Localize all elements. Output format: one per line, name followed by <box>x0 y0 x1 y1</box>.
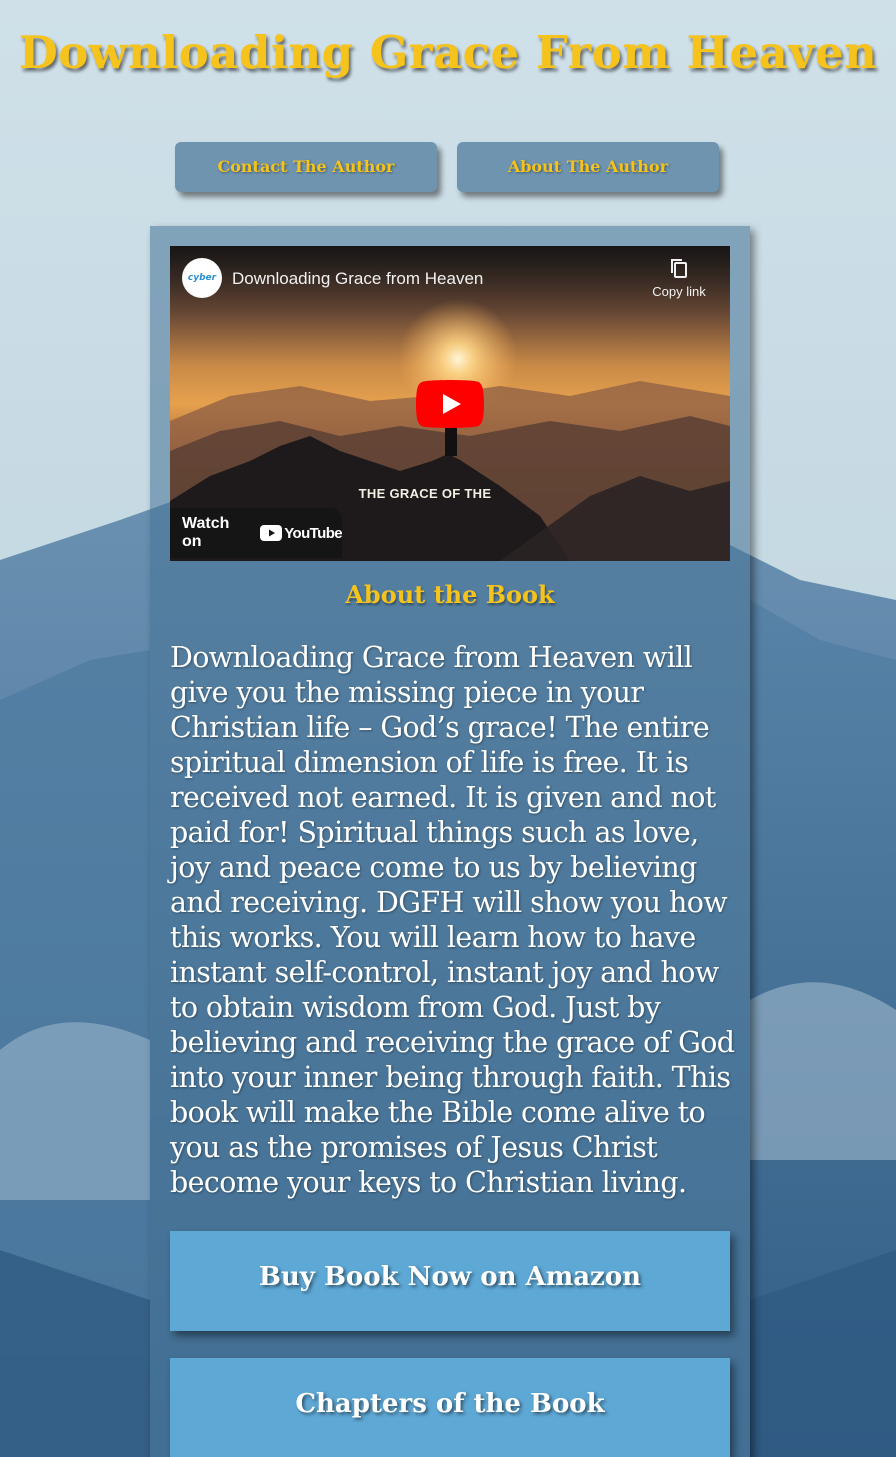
chapters-button[interactable]: Chapters of the Book <box>170 1358 730 1457</box>
buy-on-amazon-button[interactable]: Buy Book Now on Amazon <box>170 1231 730 1331</box>
about-author-button[interactable]: About The Author <box>457 142 719 192</box>
video-title[interactable]: Downloading Grace from Heaven <box>232 269 483 289</box>
copy-link-button[interactable]: Copy link <box>644 258 714 299</box>
copy-icon <box>671 259 687 278</box>
about-book-heading: About the Book <box>345 580 555 609</box>
youtube-logo-icon <box>260 525 283 541</box>
youtube-wordmark: YouTube <box>284 524 342 542</box>
book-description: Downloading Grace from Heaven will give … <box>170 641 735 1199</box>
channel-avatar[interactable]: cyber <box>182 258 222 298</box>
watch-on-youtube-button[interactable]: Watch on YouTube <box>170 508 343 558</box>
youtube-logo: YouTube <box>260 524 343 542</box>
site-title: Downloading Grace From Heaven <box>18 26 878 79</box>
contact-author-button[interactable]: Contact The Author <box>175 142 437 192</box>
play-icon[interactable] <box>416 380 484 428</box>
copy-link-label: Copy link <box>652 284 706 299</box>
watch-on-label: Watch on <box>182 515 230 550</box>
youtube-video-embed[interactable]: cyber Downloading Grace from Heaven Copy… <box>170 246 730 561</box>
video-caption: THE GRACE OF THE <box>358 486 492 501</box>
